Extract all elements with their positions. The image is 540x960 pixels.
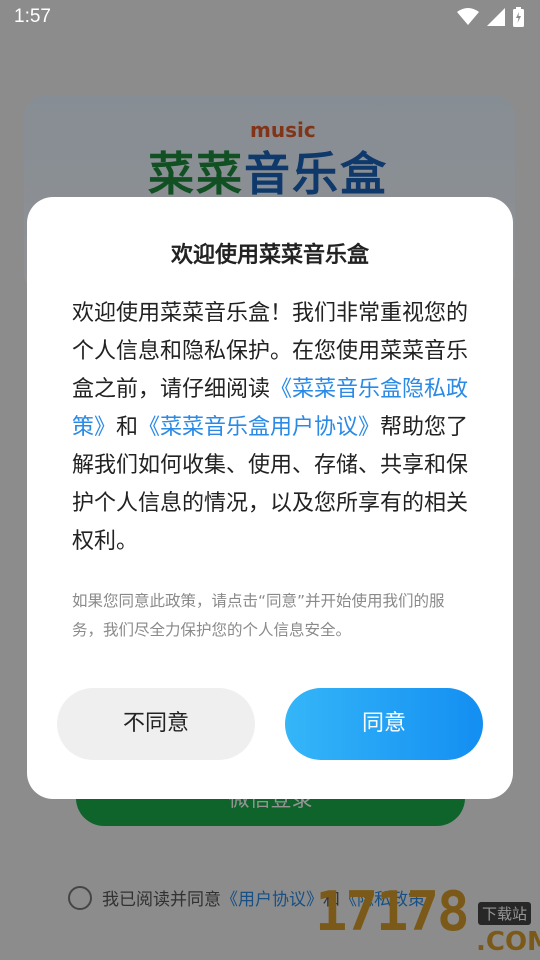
status-time: 1:57 [14,6,51,27]
battery-icon [513,7,524,27]
signal-icon [487,8,505,26]
body-and: 和 [116,415,139,440]
decline-button[interactable]: 不同意 [57,688,255,760]
privacy-dialog: 欢迎使用菜菜音乐盒 欢迎使用菜菜音乐盒！我们非常重视您的个人信息和隐私保护。在您… [27,197,513,799]
status-bar: 1:57 [0,0,540,36]
status-icons [457,7,524,27]
dialog-body: 欢迎使用菜菜音乐盒！我们非常重视您的个人信息和隐私保护。在您使用菜菜音乐盒之前，… [72,295,472,561]
dialog-note: 如果您同意此政策，请点击“同意”并开始使用我们的服务，我们尽全力保护您的个人信息… [72,592,445,639]
dialog-title: 欢迎使用菜菜音乐盒 [170,243,369,268]
wifi-icon [457,8,479,25]
user-agreement-link[interactable]: 《菜菜音乐盒用户协议》 [138,415,380,440]
accept-button[interactable]: 同意 [285,688,483,760]
